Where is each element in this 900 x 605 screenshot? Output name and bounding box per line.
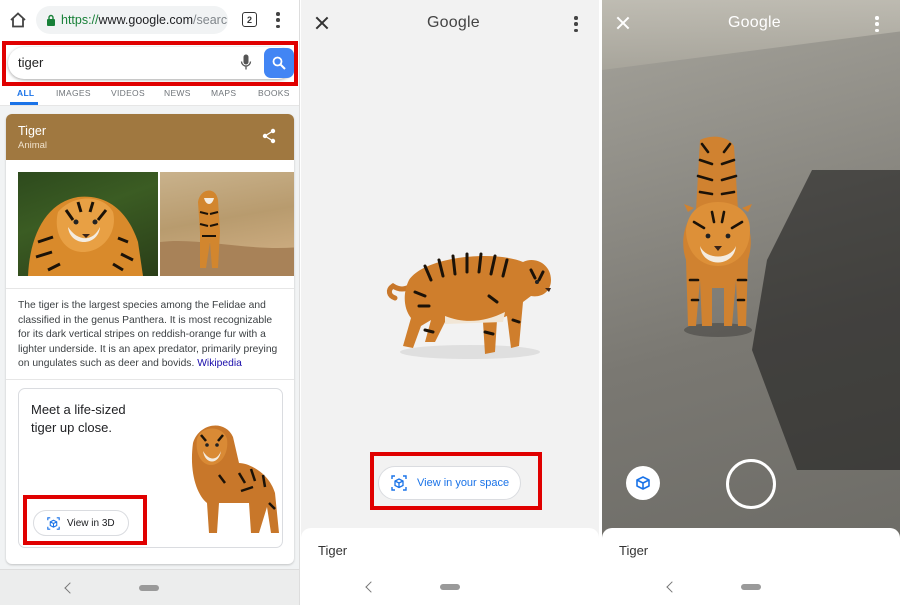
3d-view-toggle-button[interactable] bbox=[626, 466, 660, 500]
ar-title: Google bbox=[728, 14, 781, 31]
active-tab-indicator bbox=[10, 102, 38, 105]
divider bbox=[6, 288, 294, 289]
capture-button[interactable] bbox=[726, 459, 776, 509]
url-host: www.google.com bbox=[98, 13, 194, 27]
overflow-menu-icon[interactable] bbox=[276, 12, 280, 28]
overflow-menu-icon[interactable] bbox=[574, 16, 578, 32]
tab-all[interactable]: ALL bbox=[17, 88, 34, 98]
lock-icon bbox=[47, 14, 55, 26]
wikipedia-link[interactable]: Wikipedia bbox=[197, 358, 242, 369]
highlight-view-space bbox=[370, 452, 542, 510]
url-bar[interactable]: https://www.google.com/searc bbox=[36, 6, 228, 34]
back-icon[interactable] bbox=[64, 582, 76, 594]
tab-books[interactable]: BOOKS bbox=[258, 88, 290, 98]
system-nav-bar bbox=[301, 569, 599, 605]
tiger-3d-model[interactable] bbox=[385, 236, 555, 362]
search-results-screen: https://www.google.com/searc 2 tiger ALL… bbox=[0, 0, 300, 605]
tab-images[interactable]: IMAGES bbox=[56, 88, 91, 98]
home-gesture-pill[interactable] bbox=[139, 585, 159, 591]
overflow-menu-icon[interactable] bbox=[875, 16, 879, 32]
home-gesture-pill[interactable] bbox=[440, 584, 460, 590]
knowledge-panel-header: Tiger Animal bbox=[6, 114, 294, 160]
tiger-photo-1[interactable] bbox=[18, 172, 158, 276]
tab-switcher-button[interactable]: 2 bbox=[242, 12, 257, 27]
home-gesture-pill[interactable] bbox=[741, 584, 761, 590]
system-nav-bar bbox=[602, 569, 900, 605]
knowledge-panel-subtitle: Animal bbox=[18, 140, 48, 151]
home-icon[interactable] bbox=[9, 11, 27, 29]
back-icon[interactable] bbox=[365, 581, 377, 593]
url-scheme: https:// bbox=[61, 13, 99, 27]
divider bbox=[6, 379, 294, 380]
back-icon[interactable] bbox=[666, 581, 678, 593]
viewer-title: Google bbox=[427, 14, 480, 31]
highlight-search-box bbox=[2, 41, 298, 86]
ar-camera-screen: Google Tiger bbox=[602, 0, 900, 605]
tiger-ar-model[interactable] bbox=[672, 130, 762, 340]
3d-viewer-screen: Google View in your space Tiger bbox=[301, 0, 599, 605]
tiger-photo-2[interactable] bbox=[160, 172, 294, 276]
tab-news[interactable]: NEWS bbox=[164, 88, 191, 98]
search-tabs: ALL IMAGES VIDEOS NEWS MAPS BOOKS bbox=[0, 86, 299, 106]
cube-icon bbox=[636, 476, 650, 490]
model-name: Tiger bbox=[619, 543, 649, 558]
tab-maps[interactable]: MAPS bbox=[211, 88, 236, 98]
url-path: /searc bbox=[193, 13, 228, 27]
model-name: Tiger bbox=[318, 543, 348, 558]
knowledge-panel-title: Tiger bbox=[18, 124, 47, 138]
highlight-view-3d bbox=[23, 495, 147, 545]
browser-toolbar: https://www.google.com/searc 2 bbox=[0, 0, 299, 40]
close-icon[interactable] bbox=[315, 16, 329, 30]
close-icon[interactable] bbox=[616, 16, 630, 30]
tab-videos[interactable]: VIDEOS bbox=[111, 88, 145, 98]
knowledge-panel-description: The tiger is the largest species among t… bbox=[18, 299, 284, 372]
ar-promo-text: Meet a life-sized tiger up close. bbox=[31, 402, 126, 435]
share-icon[interactable] bbox=[262, 128, 276, 144]
tiger-3d-thumbnail bbox=[191, 425, 279, 533]
system-nav-bar bbox=[0, 569, 299, 605]
